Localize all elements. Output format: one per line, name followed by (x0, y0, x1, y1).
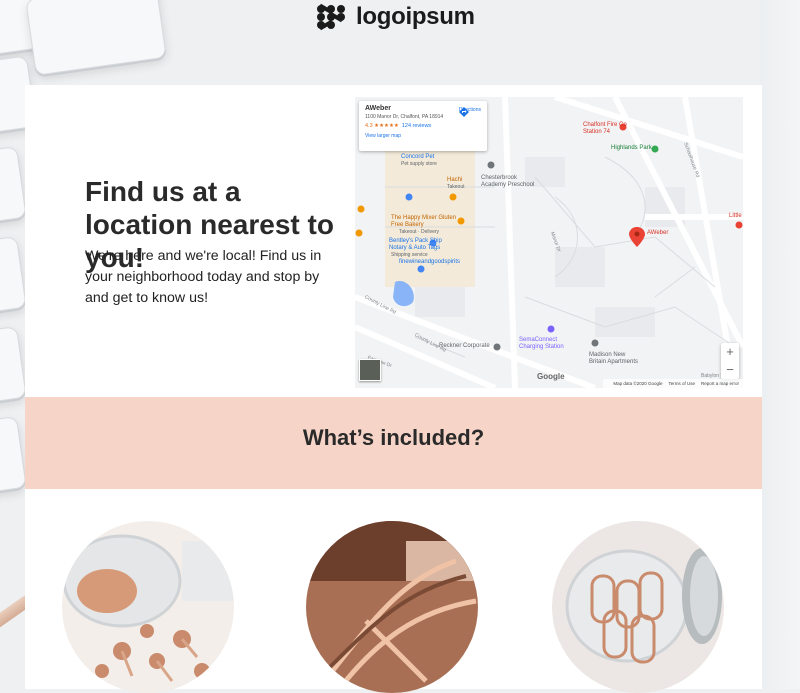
map-zoom-controls: + − (721, 343, 739, 379)
map-label-hachi: Hachi (447, 177, 463, 183)
keyboard-key (0, 236, 27, 316)
map-label-finewine: finewineandgoodspirits (399, 259, 461, 265)
map-info-card: AWeber 1100 Manor Dr, Chalfont, PA 18914… (359, 101, 487, 151)
thumbtacks-jar-image (62, 521, 234, 693)
included-band: What’s included? (25, 397, 762, 489)
map-label-bentleys-sub: Shipping service (391, 252, 428, 258)
directions-button[interactable]: Directions (458, 107, 481, 117)
map-reviews-link[interactable]: 124 reviews (402, 123, 431, 129)
binder-clips-image (306, 521, 478, 693)
map-label-hachi-sub: Takeout (447, 184, 465, 190)
embedded-map[interactable]: Chalfont Fire Co Station 74 Highlands Pa… (355, 97, 743, 388)
map-label-chesterbrook: Chesterbrook Academy Preschool (481, 175, 535, 188)
map-label-semaconnect: SemaConnect Charging Station (519, 337, 564, 350)
map-rating: 4.3 ★★★★★ 124 reviews (365, 123, 481, 129)
logo-text: logoipsum (356, 3, 475, 30)
google-logo: Google (537, 372, 565, 381)
map-data-credit: Map data ©2020 Google (613, 381, 663, 386)
map-label-bentleys: Bentley's Pack Ship Notary & Auto Tags (389, 238, 442, 251)
map-rating-stars: 4.3 ★★★★★ (365, 123, 399, 129)
map-label-fire: Chalfont Fire Co Station 74 (583, 122, 627, 135)
intro-body: We're here and we're local! Find us in y… (85, 248, 322, 306)
site-logo[interactable]: logoipsum (314, 2, 475, 32)
map-label-concord: Concord Pet (401, 154, 435, 160)
keyboard-key (0, 146, 27, 226)
map-pin-label: AWeber (647, 230, 669, 236)
zoom-out-button[interactable]: − (721, 361, 739, 379)
map-label-madison: Madison New Britain Apartments (589, 352, 639, 365)
map-label-park: Highlands Park (611, 145, 652, 151)
map-label-happy-mixer-sub: Takeout · Delivery (399, 229, 440, 235)
included-title: What’s included? (302, 425, 485, 450)
content-card: Find us at a location nearest to you! We… (25, 85, 762, 693)
zoom-in-button[interactable]: + (721, 343, 739, 361)
product-image-binder-clips (306, 521, 478, 693)
keyboard-key (0, 416, 27, 496)
logo-mark-icon (317, 3, 345, 31)
product-image-paper-clips (552, 521, 724, 693)
background-edge (760, 0, 800, 689)
map-satellite-toggle[interactable] (359, 359, 381, 381)
map-label-little: Little (729, 213, 742, 219)
view-larger-map-link[interactable]: View larger map (365, 133, 481, 139)
map-footer: Map data ©2020 Google Terms of Use Report … (603, 379, 743, 388)
map-terms-link[interactable]: Terms of Use (668, 381, 695, 386)
keyboard-key (0, 326, 27, 406)
keyboard-key (25, 0, 167, 76)
map-label-happy-mixer: The Happy Mixer Gluten Free Bakery (391, 215, 457, 228)
product-image-thumbtacks (62, 521, 234, 693)
directions-icon (458, 107, 469, 117)
paper-clips-jar-image (552, 521, 724, 693)
map-report-link[interactable]: Report a map error (701, 381, 739, 386)
map-label-concord-sub: Pet supply store (401, 161, 437, 167)
